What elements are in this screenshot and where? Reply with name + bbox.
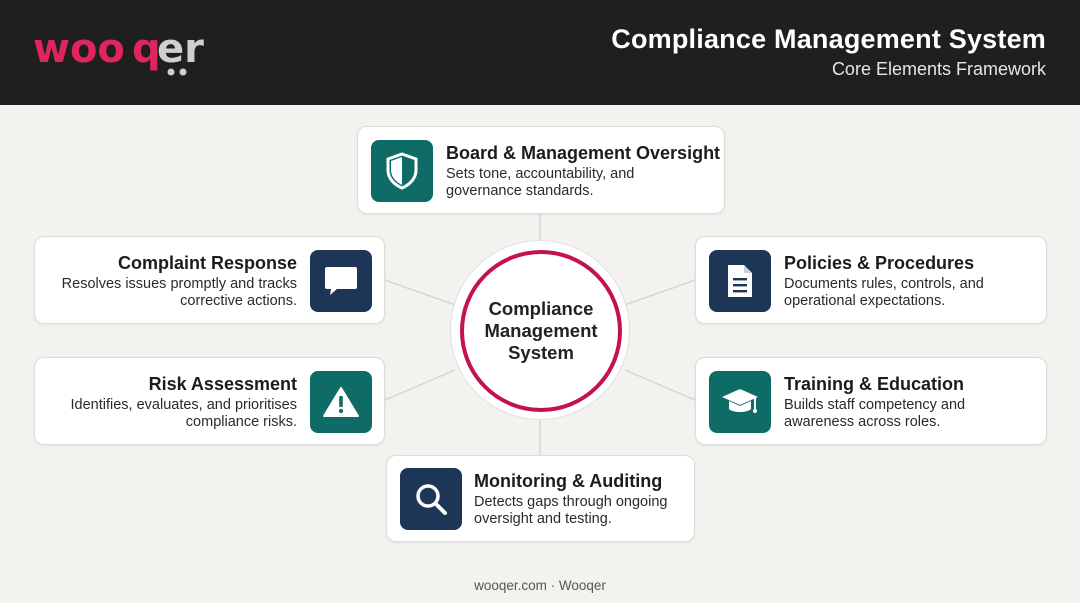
chat-bubble-icon bbox=[310, 250, 372, 312]
node-description: Sets tone, accountability, and governanc… bbox=[446, 166, 635, 199]
connector-lower-left bbox=[384, 369, 456, 401]
shield-icon bbox=[371, 140, 433, 202]
node-title: Policies & Procedures bbox=[784, 253, 975, 273]
warning-icon bbox=[310, 371, 372, 433]
node-description: Resolves issues promptly and tracks corr… bbox=[61, 276, 297, 309]
node-board-oversight[interactable]: Board & Management Oversight Sets tone, … bbox=[357, 126, 725, 214]
node-description: Builds staff competency and awareness ac… bbox=[784, 397, 966, 430]
hub-ring: Compliance Management System bbox=[460, 250, 622, 412]
footer-credit: wooqer.com · Wooqer bbox=[474, 578, 606, 593]
node-monitoring-auditing[interactable]: Monitoring & Auditing Detects gaps throu… bbox=[386, 455, 695, 542]
node-training-education[interactable]: Training & Education Builds staff compet… bbox=[695, 357, 1047, 445]
central-hub: Compliance Management System bbox=[450, 240, 630, 420]
graduation-cap-icon bbox=[709, 371, 771, 433]
page-title: Compliance Management System bbox=[611, 24, 1046, 54]
svg-text:er: er bbox=[157, 26, 204, 72]
header-bar: woo q er Compliance Management System Co… bbox=[0, 0, 1080, 105]
node-policies-procedures[interactable]: Policies & Procedures Documents rules, c… bbox=[695, 236, 1047, 324]
node-title: Monitoring & Auditing bbox=[474, 471, 663, 491]
node-risk-assessment[interactable]: Risk Assessment Identifies, evaluates, a… bbox=[34, 357, 385, 445]
node-complaint-response[interactable]: Complaint Response Resolves issues promp… bbox=[34, 236, 385, 324]
node-title: Risk Assessment bbox=[148, 374, 297, 394]
connector-upper-left bbox=[384, 279, 456, 306]
node-title: Complaint Response bbox=[117, 253, 297, 273]
node-title: Training & Education bbox=[784, 374, 965, 394]
node-description: Detects gaps through ongoing oversight a… bbox=[474, 494, 668, 527]
node-title: Board & Management Oversight bbox=[446, 143, 721, 163]
node-description: Identifies, evaluates, and prioritises c… bbox=[70, 397, 298, 430]
page-subtitle: Core Elements Framework bbox=[831, 59, 1046, 79]
connector-upper-right bbox=[624, 279, 696, 306]
svg-text:woo: woo bbox=[33, 26, 125, 72]
document-icon bbox=[709, 250, 771, 312]
node-description: Documents rules, controls, and operation… bbox=[784, 276, 984, 309]
hub-label: Compliance Management System bbox=[484, 298, 598, 363]
wooqer-logo: woo q er bbox=[33, 26, 204, 76]
connector-lower-right bbox=[624, 369, 696, 401]
magnifier-icon bbox=[400, 468, 462, 530]
